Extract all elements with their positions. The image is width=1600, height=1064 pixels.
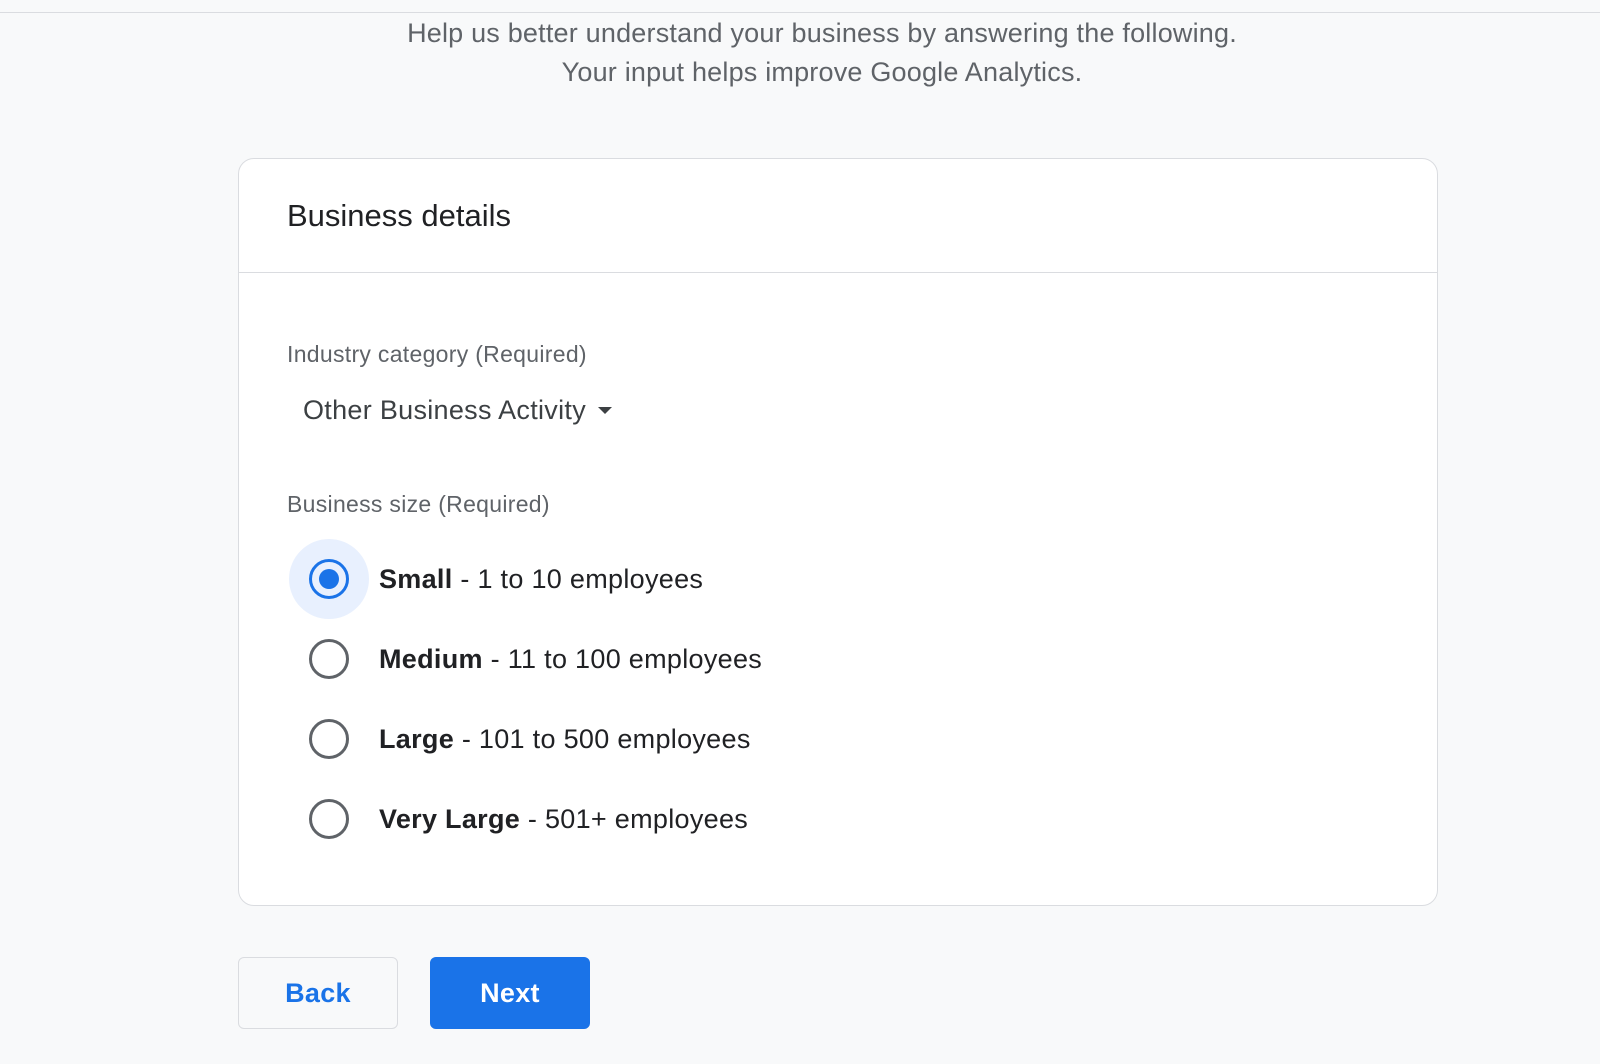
radio-option-name: Very Large bbox=[379, 803, 521, 834]
radio-wrap bbox=[289, 699, 369, 779]
radio-option-name: Medium bbox=[379, 643, 483, 674]
radio-focus-halo bbox=[289, 539, 369, 619]
industry-category-dropdown[interactable]: Other Business Activity bbox=[291, 385, 624, 435]
radio-option-label: Large - 101 to 500 employees bbox=[379, 724, 751, 755]
radio-option-label: Very Large - 501+ employees bbox=[379, 804, 748, 835]
radio-option-label: Medium - 11 to 100 employees bbox=[379, 644, 762, 675]
business-size-label: Business size (Required) bbox=[287, 491, 550, 517]
radio-option-detail: - 101 to 500 employees bbox=[454, 723, 751, 754]
business-size-option-very-large[interactable]: Very Large - 501+ employees bbox=[289, 779, 748, 859]
business-size-option-medium[interactable]: Medium - 11 to 100 employees bbox=[289, 619, 762, 699]
radio-option-name: Small bbox=[379, 563, 453, 594]
radio-dot bbox=[319, 569, 339, 589]
radio-option-label: Small - 1 to 10 employees bbox=[379, 564, 703, 595]
radio-wrap bbox=[289, 779, 369, 859]
intro-line-1: Help us better understand your business … bbox=[407, 18, 1237, 48]
industry-category-value: Other Business Activity bbox=[303, 394, 587, 425]
top-divider bbox=[0, 12, 1600, 13]
radio-button-selected[interactable] bbox=[309, 559, 349, 599]
next-button[interactable]: Next bbox=[430, 957, 590, 1029]
radio-option-detail: - 1 to 10 employees bbox=[452, 563, 704, 594]
intro-line-2: Your input helps improve Google Analytic… bbox=[561, 57, 1083, 87]
radio-button[interactable] bbox=[309, 799, 349, 839]
card-title: Business details bbox=[287, 198, 512, 233]
radio-option-name: Large bbox=[379, 723, 455, 754]
radio-button[interactable] bbox=[309, 719, 349, 759]
radio-button[interactable] bbox=[309, 639, 349, 679]
card-header: Business details bbox=[239, 159, 1437, 273]
radio-option-detail: - 11 to 100 employees bbox=[482, 643, 763, 674]
radio-wrap bbox=[289, 619, 369, 699]
business-details-card: Business details Industry category (Requ… bbox=[238, 158, 1438, 906]
industry-category-label: Industry category (Required) bbox=[287, 341, 587, 367]
business-size-option-large[interactable]: Large - 101 to 500 employees bbox=[289, 699, 751, 779]
caret-down-icon bbox=[598, 406, 613, 414]
radio-option-detail: - 501+ employees bbox=[520, 803, 749, 834]
back-button[interactable]: Back bbox=[238, 957, 398, 1029]
intro-text: Help us better understand your business … bbox=[0, 14, 1600, 92]
business-size-option-small[interactable]: Small - 1 to 10 employees bbox=[289, 539, 703, 619]
